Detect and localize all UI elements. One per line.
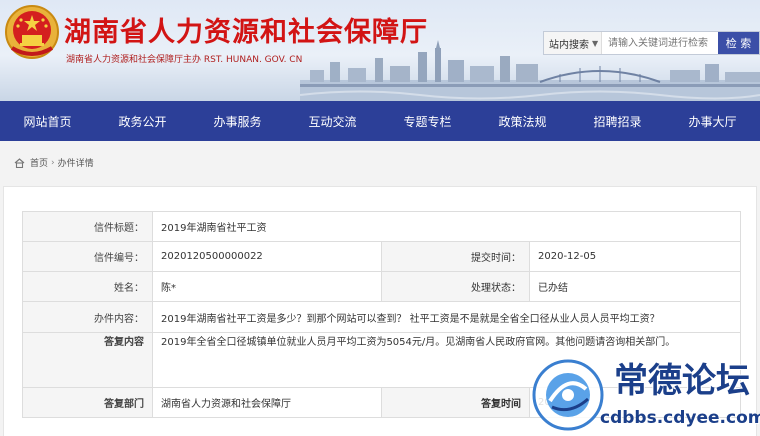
breadcrumb: 首页 › 办件详情 bbox=[14, 156, 94, 169]
chevron-down-icon: ▼ bbox=[592, 38, 599, 48]
site-subtitle: 湖南省人力资源和社会保障厅主办 RST. HUNAN. GOV. CN bbox=[66, 55, 303, 65]
content-value: 2019年湖南省社平工资是多少？到那个网站可以查到？ 社平工资是不是就是全省全口… bbox=[152, 301, 741, 333]
submit-time-value: 2020-12-05 bbox=[529, 241, 741, 272]
search-button[interactable]: 检 索 bbox=[718, 32, 759, 54]
nav-interaction[interactable]: 互动交流 bbox=[285, 101, 380, 141]
subject-label: 信件标题： bbox=[22, 211, 153, 242]
search-scope-label: 站内搜索 bbox=[549, 39, 589, 51]
reply-time-label: 答复时间 bbox=[381, 387, 530, 418]
table-row: 答复内容 2019年全省全口径城镇单位就业人员月平均工资为5054元/月。见湖南… bbox=[22, 332, 741, 388]
main-nav: 网站首页 政务公开 办事服务 互动交流 专题专栏 政策法规 招聘招录 办事大厅 bbox=[0, 101, 760, 141]
letter-detail-table: 信件标题： 2019年湖南省社平工资 信件编号： 202012050000002… bbox=[22, 211, 741, 418]
nav-policies[interactable]: 政策法规 bbox=[475, 101, 570, 141]
table-row: 办件内容： 2019年湖南省社平工资是多少？到那个网站可以查到？ 社平工资是不是… bbox=[22, 301, 741, 333]
number-value: 2020120500000022 bbox=[152, 241, 382, 272]
detail-card: 信件标题： 2019年湖南省社平工资 信件编号： 202012050000002… bbox=[3, 186, 757, 436]
nav-services[interactable]: 办事服务 bbox=[190, 101, 285, 141]
site-title: 湖南省人力资源和社会保障厅 bbox=[64, 17, 428, 48]
breadcrumb-current: 办件详情 bbox=[57, 159, 94, 169]
dept-value: 湖南省人力资源和社会保障厅 bbox=[152, 387, 382, 418]
subject-value: 2019年湖南省社平工资 bbox=[152, 211, 741, 242]
search-bar: 站内搜索 ▼ 检 索 bbox=[543, 31, 760, 55]
national-emblem-icon bbox=[5, 5, 59, 59]
table-row: 信件编号： 2020120500000022 提交时间： 2020-12-05 bbox=[22, 241, 741, 272]
dept-label: 答复部门 bbox=[22, 387, 153, 418]
content-label: 办件内容： bbox=[22, 301, 153, 333]
reply-time-value: 2020-12- bbox=[529, 387, 741, 418]
breadcrumb-separator: › bbox=[51, 157, 55, 168]
number-label: 信件编号： bbox=[22, 241, 153, 272]
name-value: 陈* bbox=[152, 271, 382, 302]
table-row: 信件标题： 2019年湖南省社平工资 bbox=[22, 211, 741, 242]
nav-topics[interactable]: 专题专栏 bbox=[380, 101, 475, 141]
nav-recruitment[interactable]: 招聘招录 bbox=[570, 101, 665, 141]
reply-value: 2019年全省全口径城镇单位就业人员月平均工资为5054元/月。见湖南省人民政府… bbox=[152, 332, 741, 388]
search-input[interactable] bbox=[602, 32, 718, 54]
page: 湖南省人力资源和社会保障厅 湖南省人力资源和社会保障厅主办 RST. HUNAN… bbox=[0, 0, 760, 436]
submit-time-label: 提交时间： bbox=[381, 241, 530, 272]
name-label: 姓名： bbox=[22, 271, 153, 302]
status-value: 已办结 bbox=[529, 271, 741, 302]
breadcrumb-home-link[interactable]: 首页 bbox=[30, 156, 48, 169]
nav-home[interactable]: 网站首页 bbox=[0, 101, 95, 141]
table-row: 答复部门 湖南省人力资源和社会保障厅 答复时间 2020-12- bbox=[22, 387, 741, 418]
site-header: 湖南省人力资源和社会保障厅 湖南省人力资源和社会保障厅主办 RST. HUNAN… bbox=[0, 0, 760, 101]
home-icon bbox=[14, 157, 25, 168]
search-scope-select[interactable]: 站内搜索 ▼ bbox=[544, 32, 602, 54]
table-row: 姓名： 陈* 处理状态： 已办结 bbox=[22, 271, 741, 302]
nav-service-hall[interactable]: 办事大厅 bbox=[665, 101, 760, 141]
status-label: 处理状态： bbox=[381, 271, 530, 302]
reply-label: 答复内容 bbox=[22, 332, 153, 388]
nav-gov-affairs[interactable]: 政务公开 bbox=[95, 101, 190, 141]
